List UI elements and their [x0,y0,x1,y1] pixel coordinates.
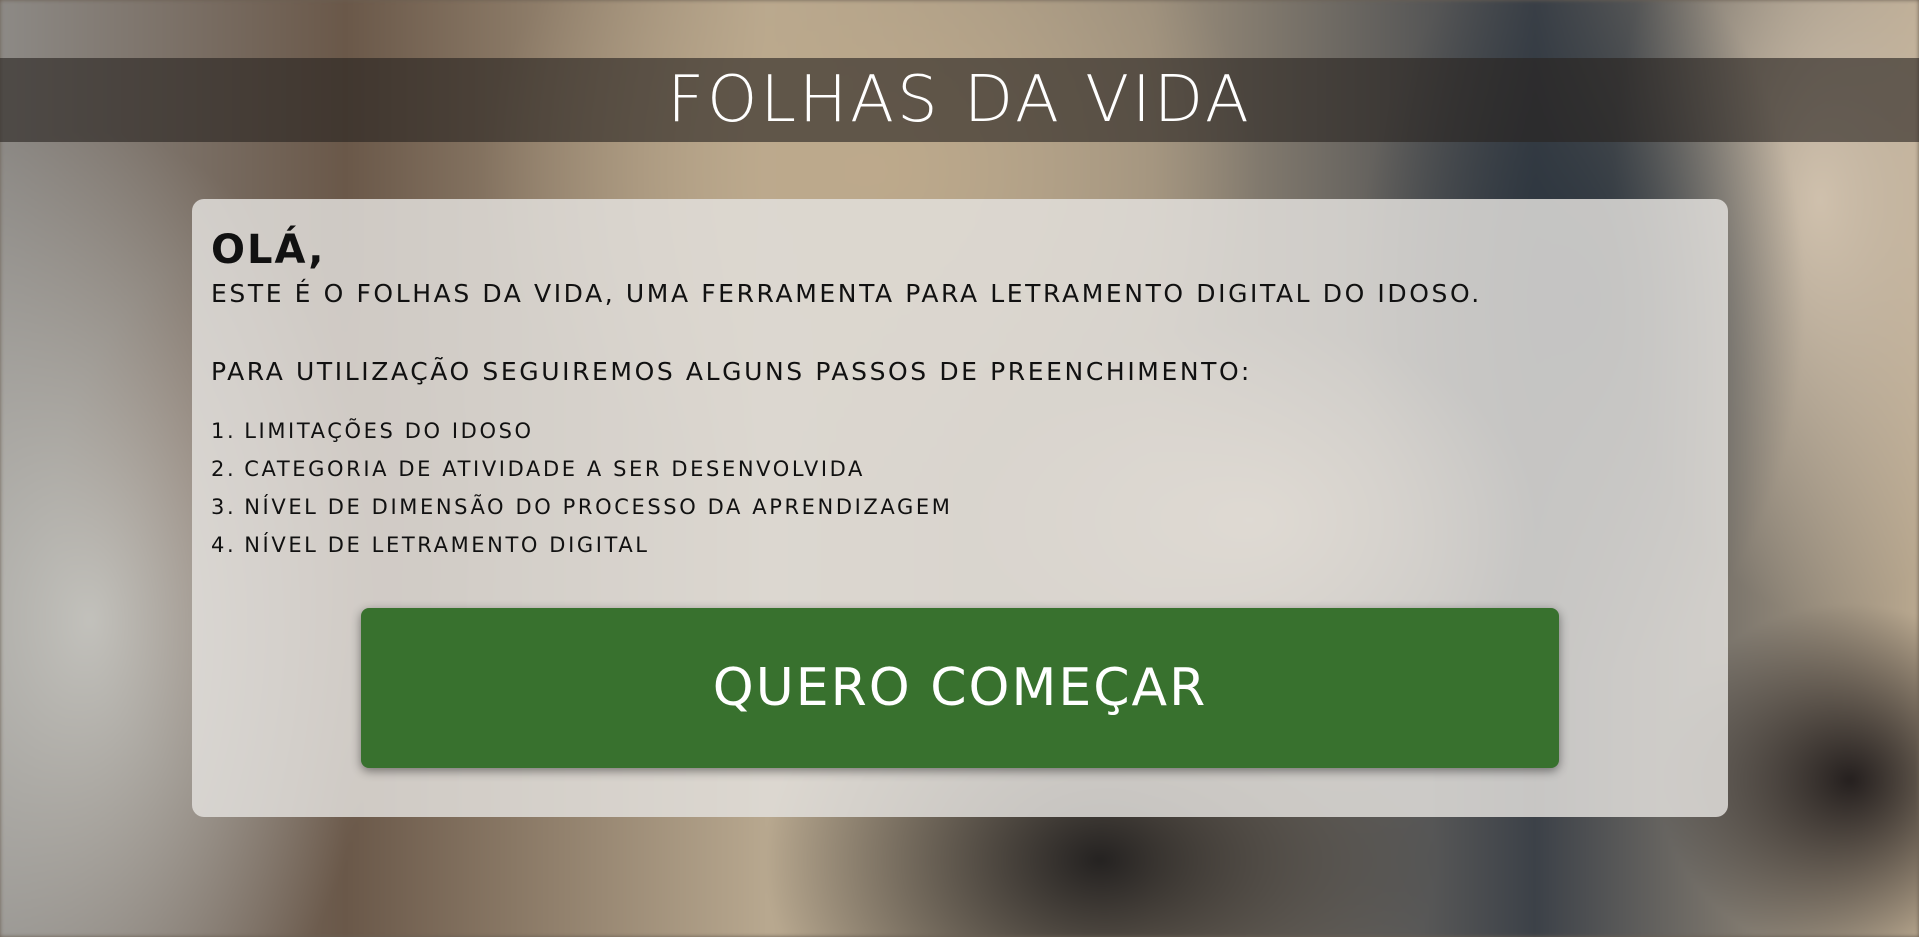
page-title: FOLHAS DA VIDA [667,63,1252,137]
step-number: 1. [211,419,237,443]
step-item-limitations: 1. LIMITAÇÕES DO IDOSO [211,412,1709,450]
step-label: LIMITAÇÕES DO IDOSO [244,419,534,443]
step-label: NÍVEL DE LETRAMENTO DIGITAL [244,533,650,557]
intro-text: ESTE É O FOLHAS DA VIDA, UMA FERRAMENTA … [211,279,1482,308]
steps-list: 1. LIMITAÇÕES DO IDOSO 2. CATEGORIA DE A… [211,412,1709,564]
step-label: CATEGORIA DE ATIVIDADE A SER DESENVOLVID… [244,457,865,481]
step-item-learning-dimension: 3. NÍVEL DE DIMENSÃO DO PROCESSO DA APRE… [211,488,1709,526]
step-item-digital-literacy: 4. NÍVEL DE LETRAMENTO DIGITAL [211,526,1709,564]
welcome-card: OLÁ, ESTE É O FOLHAS DA VIDA, UMA FERRAM… [192,199,1728,817]
steps-heading: PARA UTILIZAÇÃO SEGUIREMOS ALGUNS PASSOS… [211,357,1252,386]
start-button[interactable]: QUERO COMEÇAR [361,608,1559,768]
step-number: 2. [211,457,237,481]
title-bar: FOLHAS DA VIDA [0,58,1919,142]
step-number: 4. [211,533,237,557]
greeting-heading: OLÁ, [211,227,326,273]
step-label: NÍVEL DE DIMENSÃO DO PROCESSO DA APRENDI… [244,495,953,519]
step-number: 3. [211,495,237,519]
step-item-activity-category: 2. CATEGORIA DE ATIVIDADE A SER DESENVOL… [211,450,1709,488]
